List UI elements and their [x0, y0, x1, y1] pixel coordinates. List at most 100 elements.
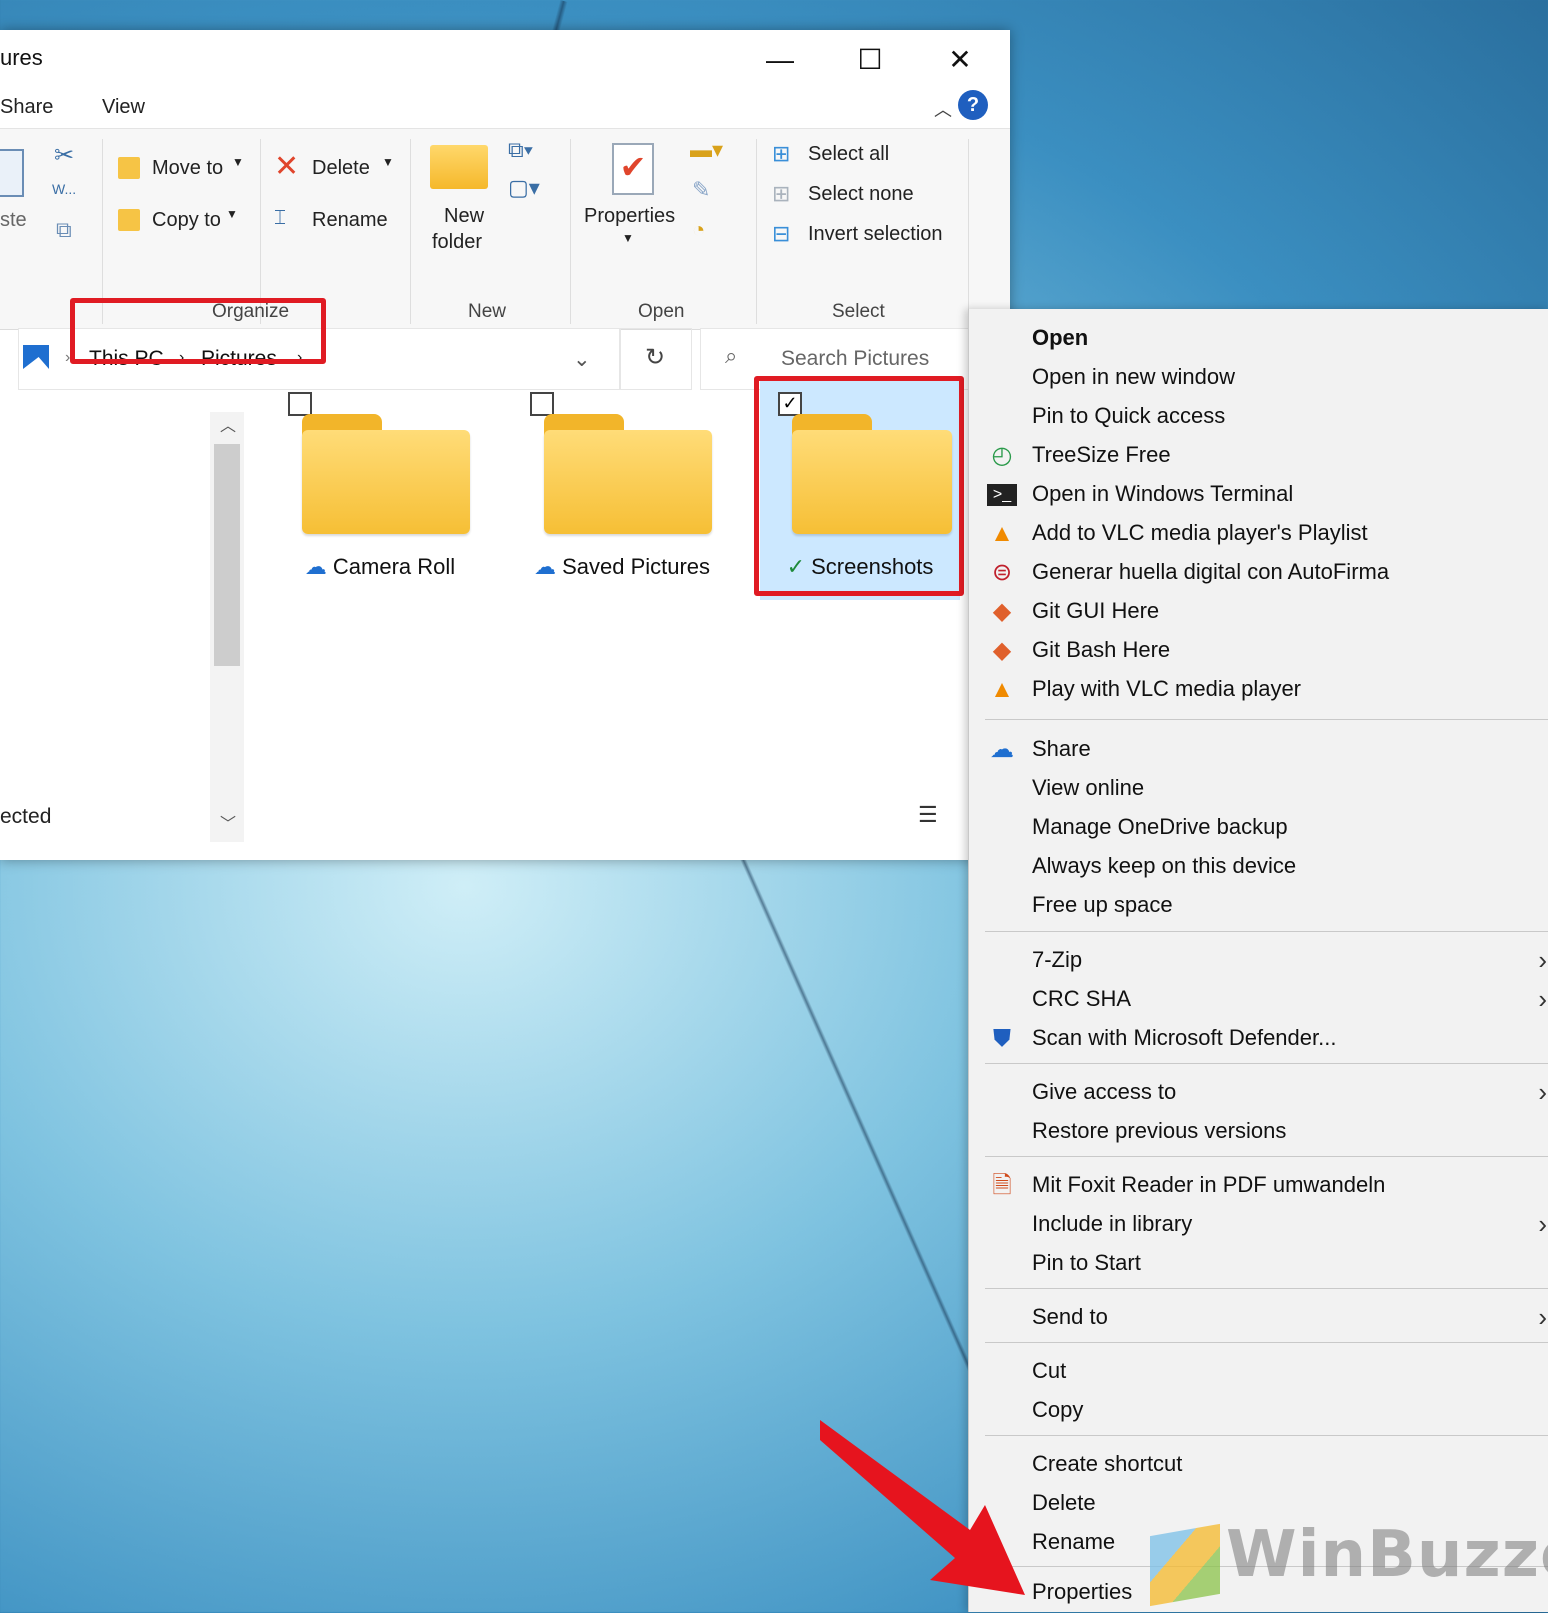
- menu-item-label: Scan with Microsoft Defender...: [1032, 1025, 1337, 1050]
- menu-item-label: Mit Foxit Reader in PDF umwandeln: [1032, 1172, 1386, 1197]
- rename-button[interactable]: ⌶ Rename: [274, 205, 404, 241]
- new-folder-button[interactable]: New folder: [424, 145, 504, 275]
- ribbon-separator: [570, 139, 571, 324]
- invert-selection-label: Invert selection: [808, 223, 943, 245]
- menu-item-open-new-window[interactable]: Open in new window: [969, 358, 1548, 398]
- watermark-text: WinBuzze: [1226, 1518, 1548, 1592]
- select-none-button[interactable]: ⊞ Select none: [772, 179, 972, 211]
- delete-button[interactable]: ✕ Delete ▼: [274, 149, 404, 189]
- context-menu: Open Open in new window Pin to Quick acc…: [968, 309, 1548, 1612]
- menu-item-label: Delete: [1032, 1490, 1096, 1515]
- menu-item-crc-sha[interactable]: CRC SHA ›: [969, 980, 1548, 1020]
- menu-item-vlc-play[interactable]: ▲ Play with VLC media player: [969, 670, 1548, 710]
- tab-view[interactable]: View: [102, 96, 145, 119]
- group-new-label: New: [468, 301, 507, 322]
- menu-item-windows-terminal[interactable]: >_ Open in Windows Terminal: [969, 475, 1548, 515]
- scroll-up-icon[interactable]: ︿: [220, 412, 236, 436]
- refresh-icon: ↻: [645, 344, 666, 371]
- terminal-icon: >_: [987, 484, 1017, 506]
- menu-item-open[interactable]: Open: [969, 319, 1548, 359]
- help-icon[interactable]: ?: [958, 90, 988, 120]
- menu-item-send-to[interactable]: Send to ›: [969, 1298, 1548, 1338]
- folder-tile-camera-roll[interactable]: ☁ Camera Roll: [270, 380, 470, 600]
- menu-item-label: Open: [1032, 325, 1089, 350]
- scroll-down-icon[interactable]: ﹀: [220, 810, 236, 834]
- minimize-button[interactable]: —: [760, 40, 800, 80]
- open-icon[interactable]: ▬▾: [690, 137, 723, 163]
- move-to-button[interactable]: Move to ▼: [118, 153, 248, 189]
- menu-separator: [985, 1156, 1548, 1157]
- new-item-icon[interactable]: ⧉▾: [508, 137, 533, 163]
- edit-icon[interactable]: ✎: [692, 177, 710, 203]
- treesize-icon: ◴: [991, 442, 1013, 469]
- menu-item-git-bash[interactable]: ◆ Git Bash Here: [969, 631, 1548, 671]
- menu-item-label: Copy: [1032, 1397, 1084, 1422]
- submenu-chevron-icon: ›: [1538, 945, 1547, 975]
- select-all-button[interactable]: ⊞ Select all: [772, 139, 972, 171]
- chevron-down-icon: ▼: [226, 207, 238, 221]
- chevron-down-icon: ▼: [232, 155, 244, 169]
- git-icon: ◆: [992, 598, 1012, 625]
- menu-item-7zip[interactable]: 7-Zip ›: [969, 941, 1548, 981]
- history-icon[interactable]: ◔: [692, 217, 705, 243]
- highlight-folder-box: [754, 376, 964, 596]
- menu-item-onedrive-backup[interactable]: Manage OneDrive backup: [969, 808, 1548, 848]
- ribbon-collapse-icon[interactable]: ︿: [934, 96, 952, 122]
- item-checkbox[interactable]: [530, 392, 554, 416]
- menu-item-view-online[interactable]: View online: [969, 769, 1548, 809]
- pictures-location-icon: [23, 345, 49, 369]
- cut-icon[interactable]: ✂: [54, 141, 74, 170]
- menu-item-label: Open in Windows Terminal: [1032, 481, 1294, 506]
- menu-item-copy[interactable]: Copy: [969, 1391, 1548, 1431]
- menu-item-label: Give access to: [1032, 1079, 1177, 1104]
- cloud-icon: ☁: [304, 554, 333, 579]
- navigation-pane-scrollbar[interactable]: ︿ ﹀: [210, 412, 244, 842]
- menu-item-treesize[interactable]: ◴ TreeSize Free: [969, 436, 1548, 476]
- scroll-thumb[interactable]: [214, 444, 240, 666]
- invert-selection-button[interactable]: ⊟ Invert selection: [772, 219, 992, 251]
- group-open-label: Open: [638, 301, 685, 322]
- ribbon-separator: [102, 139, 103, 324]
- ribbon-separator: [968, 139, 969, 324]
- onedrive-icon: ☁: [990, 736, 1014, 763]
- folder-tile-saved-pictures[interactable]: ☁ Saved Pictures: [512, 380, 712, 600]
- submenu-chevron-icon: ›: [1538, 1302, 1547, 1332]
- menu-item-keep-on-device[interactable]: Always keep on this device: [969, 847, 1548, 887]
- properties-label: Properties: [584, 205, 676, 227]
- menu-item-label: Git Bash Here: [1032, 637, 1171, 662]
- close-button[interactable]: ✕: [940, 40, 980, 80]
- maximize-button[interactable]: ☐: [850, 40, 890, 80]
- easy-access-icon[interactable]: ▢▾: [508, 175, 540, 201]
- address-history-dropdown-icon[interactable]: ⌄: [573, 347, 591, 372]
- copy-path-icon[interactable]: W...: [52, 181, 76, 197]
- menu-item-create-shortcut[interactable]: Create shortcut: [969, 1445, 1548, 1485]
- item-checkbox[interactable]: [288, 392, 312, 416]
- details-view-icon[interactable]: ☰: [918, 802, 938, 828]
- menu-item-give-access[interactable]: Give access to ›: [969, 1073, 1548, 1113]
- menu-item-include-library[interactable]: Include in library ›: [969, 1205, 1548, 1245]
- menu-item-free-up-space[interactable]: Free up space: [969, 886, 1548, 926]
- tab-share[interactable]: Share: [0, 96, 53, 119]
- properties-button[interactable]: ✔ Properties ▼: [582, 139, 682, 279]
- menu-item-share[interactable]: ☁ Share: [969, 730, 1548, 770]
- menu-item-defender-scan[interactable]: ⛊ Scan with Microsoft Defender...: [969, 1019, 1548, 1059]
- menu-item-cut[interactable]: Cut: [969, 1352, 1548, 1392]
- menu-item-restore-versions[interactable]: Restore previous versions: [969, 1112, 1548, 1152]
- menu-item-autofirma[interactable]: ⊜ Generar huella digital con AutoFirma: [969, 553, 1548, 593]
- ribbon-separator: [260, 139, 261, 324]
- paste-shortcut-icon[interactable]: ⧉: [56, 217, 72, 243]
- menu-item-foxit[interactable]: 🗎 Mit Foxit Reader in PDF umwandeln: [969, 1166, 1548, 1206]
- menu-item-pin-to-start[interactable]: Pin to Start: [969, 1244, 1548, 1284]
- menu-item-git-gui[interactable]: ◆ Git GUI Here: [969, 592, 1548, 632]
- cloud-icon: ☁: [533, 554, 563, 579]
- menu-item-pin-quick-access[interactable]: Pin to Quick access: [969, 397, 1548, 437]
- menu-separator: [985, 1063, 1548, 1064]
- delete-x-icon: ✕: [274, 150, 300, 183]
- copy-to-button[interactable]: Copy to ▼: [118, 205, 248, 241]
- menu-item-vlc-playlist[interactable]: ▲ Add to VLC media player's Playlist: [969, 514, 1548, 554]
- paste-icon[interactable]: [0, 149, 24, 197]
- vlc-icon: ▲: [990, 520, 1014, 547]
- menu-item-label: Properties: [1032, 1579, 1133, 1604]
- paste-label[interactable]: ste: [0, 209, 27, 232]
- menu-item-label: Pin to Quick access: [1032, 403, 1226, 428]
